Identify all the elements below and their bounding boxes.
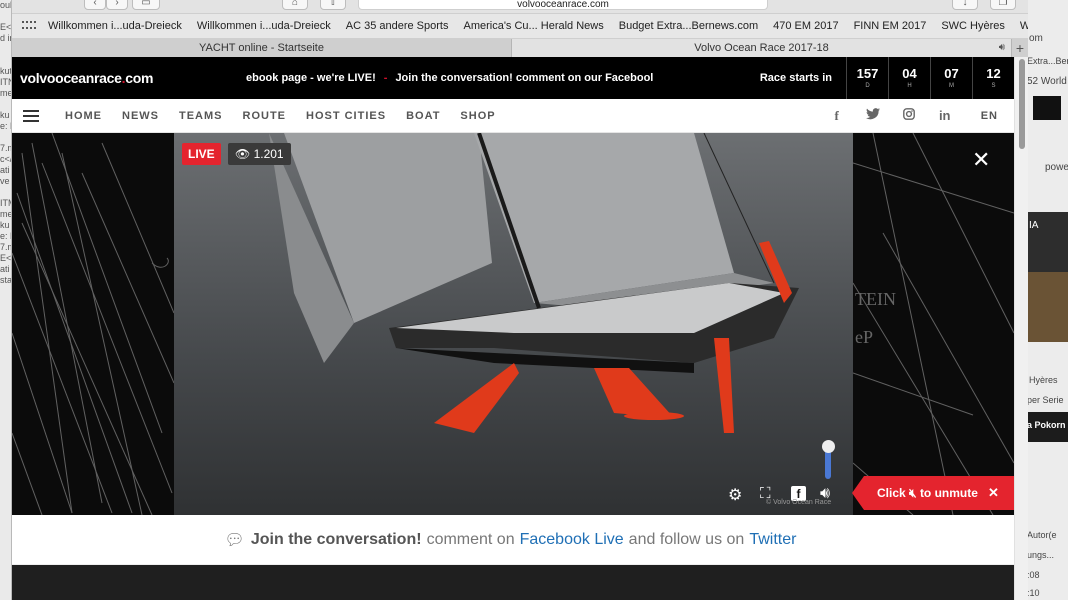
tab-bar: YACHT online - Startseite Volvo Ocean Ra… bbox=[12, 39, 1028, 58]
race-starts-label: Race starts in bbox=[759, 72, 832, 84]
browser-window: ‹ › ▭ ⌂ ⇧ volvooceanrace.com ↓ ❐ Willkom… bbox=[12, 0, 1028, 600]
chat-bubbles-icon: 💬︎ bbox=[224, 531, 245, 549]
bookmarks-bar: Willkommen i...uda-Dreieck Willkommen i.… bbox=[12, 14, 1028, 39]
video-section: TEIN eP LIVE 👁︎ 1.201 ✕ ⚙ ⛶ f 🔊︎ © Volvo… bbox=[12, 133, 1014, 515]
nav-shop[interactable]: SHOP bbox=[460, 110, 495, 122]
facebook-icon[interactable]: f bbox=[819, 108, 855, 124]
dismiss-unmute-icon[interactable]: ✕ bbox=[988, 485, 999, 501]
decorative-sketch-right: TEIN eP bbox=[852, 133, 1014, 515]
live-video-player[interactable] bbox=[174, 133, 853, 515]
language-switch[interactable]: EN bbox=[981, 110, 998, 122]
nav-teams[interactable]: TEAMS bbox=[179, 110, 223, 122]
nav-boat[interactable]: BOAT bbox=[406, 110, 440, 122]
live-badge: LIVE bbox=[182, 143, 221, 165]
bookmark-item[interactable]: Wieser wins bbox=[1020, 20, 1028, 32]
main-nav: HOME NEWS TEAMS ROUTE HOST CITIES BOAT S… bbox=[12, 99, 1014, 133]
viewer-count: 👁︎ 1.201 bbox=[228, 143, 291, 165]
home-button[interactable]: ⌂ bbox=[282, 0, 308, 10]
linkedin-icon[interactable]: in bbox=[927, 108, 963, 123]
tabs-button[interactable]: ❐ bbox=[990, 0, 1016, 10]
background-window-right: om 52 World powe Extra...Ber IA Hyères p… bbox=[1024, 0, 1068, 600]
facebook-live-link[interactable]: Facebook Live bbox=[520, 531, 624, 549]
countdown-days: 157 D bbox=[846, 57, 888, 99]
background-window-left: oul E<d in kutITNme kue: P 7.mc</ative I… bbox=[0, 0, 12, 600]
click-to-unmute-button[interactable]: Click 🔇︎ to unmute ✕ bbox=[852, 476, 1014, 510]
footer-dark-strip bbox=[12, 565, 1014, 600]
web-page: volvooceanrace.com ebook page - we're LI… bbox=[12, 57, 1014, 600]
bookmark-item[interactable]: FINN EM 2017 bbox=[854, 20, 927, 32]
muted-speaker-icon: 🔇︎ bbox=[909, 485, 917, 500]
nav-route[interactable]: ROUTE bbox=[243, 110, 287, 122]
twitter-link[interactable]: Twitter bbox=[749, 531, 796, 549]
bookmark-item[interactable]: Budget Extra...Bernews.com bbox=[619, 20, 758, 32]
scrollbar-thumb[interactable] bbox=[1019, 59, 1025, 149]
bookmark-item[interactable]: Willkommen i...uda-Dreieck bbox=[48, 20, 182, 32]
page-scrollbar[interactable] bbox=[1014, 57, 1028, 600]
svg-text:TEIN: TEIN bbox=[855, 289, 896, 309]
browser-toolbar: ‹ › ▭ ⌂ ⇧ volvooceanrace.com ↓ ❐ bbox=[12, 0, 1028, 14]
download-button[interactable]: ↓ bbox=[952, 0, 978, 10]
menu-icon[interactable] bbox=[23, 109, 39, 122]
back-button[interactable]: ‹ bbox=[84, 0, 106, 10]
bookmark-item[interactable]: America's Cu... Herald News bbox=[463, 20, 603, 32]
address-bar[interactable]: volvooceanrace.com bbox=[358, 0, 768, 10]
tab-title: Volvo Ocean Race 2017-18 bbox=[694, 42, 829, 54]
instagram-icon[interactable] bbox=[891, 108, 927, 123]
share-button[interactable]: ⇧ bbox=[320, 0, 346, 10]
eye-icon: 👁︎ bbox=[235, 147, 251, 161]
social-links: f in EN bbox=[819, 108, 1014, 124]
decorative-sketch-left bbox=[12, 133, 175, 515]
close-video-button[interactable]: ✕ bbox=[972, 147, 990, 173]
news-ticker[interactable]: ebook page - we're LIVE! - Join the conver… bbox=[246, 72, 760, 84]
top-sites-icon[interactable] bbox=[22, 21, 36, 31]
forward-button[interactable]: › bbox=[106, 0, 128, 10]
countdown-hours: 04 H bbox=[888, 57, 930, 99]
speaker-icon[interactable]: 🔊︎ bbox=[999, 39, 1005, 57]
site-header: volvooceanrace.com ebook page - we're LI… bbox=[12, 57, 1014, 99]
countdown-seconds: 12 S bbox=[972, 57, 1014, 99]
sidebar-button[interactable]: ▭ bbox=[132, 0, 160, 10]
bookmark-item[interactable]: 470 EM 2017 bbox=[773, 20, 838, 32]
settings-gear-icon[interactable]: ⚙ bbox=[728, 485, 742, 505]
nav-home[interactable]: HOME bbox=[65, 110, 102, 122]
tab-volvo-ocean-race[interactable]: Volvo Ocean Race 2017-18 🔊︎ bbox=[512, 39, 1012, 57]
site-logo[interactable]: volvooceanrace.com bbox=[20, 70, 210, 86]
join-conversation-bar: 💬︎ Join the conversation! comment on Fac… bbox=[12, 515, 1014, 565]
countdown-minutes: 07 M bbox=[930, 57, 972, 99]
nav-news[interactable]: NEWS bbox=[122, 110, 159, 122]
twitter-icon[interactable] bbox=[855, 108, 891, 123]
bookmark-item[interactable]: Willkommen i...uda-Dreieck bbox=[197, 20, 331, 32]
nav-host-cities[interactable]: HOST CITIES bbox=[306, 110, 386, 122]
instagram-icon bbox=[1033, 96, 1061, 120]
copyright-watermark: © Volvo Ocean Race bbox=[766, 499, 832, 506]
volume-slider-handle[interactable] bbox=[822, 440, 835, 453]
bookmark-item[interactable]: AC 35 andere Sports bbox=[346, 20, 449, 32]
new-tab-button[interactable]: + bbox=[1012, 39, 1028, 57]
svg-text:eP: eP bbox=[855, 327, 873, 347]
tab-yacht-online[interactable]: YACHT online - Startseite bbox=[12, 39, 512, 57]
bookmark-item[interactable]: SWC Hyères bbox=[941, 20, 1005, 32]
